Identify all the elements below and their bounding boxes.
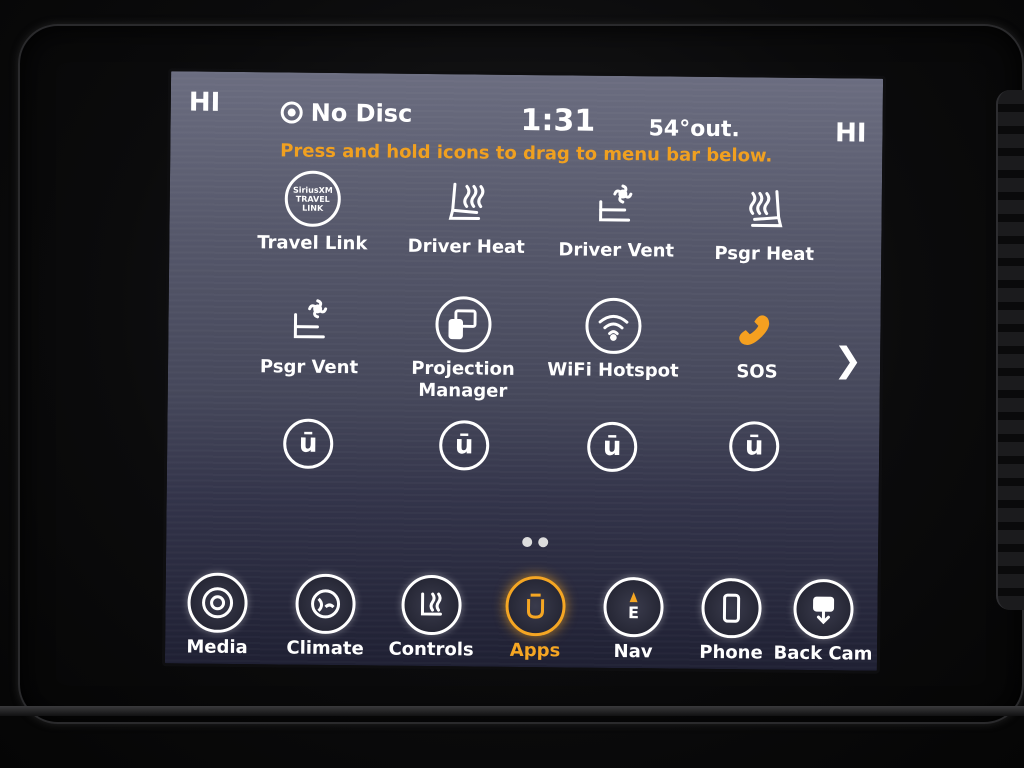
back-camera-icon — [793, 578, 854, 640]
page-dot — [522, 536, 533, 548]
app-label: Driver Vent — [558, 239, 675, 262]
heated-seat-icon — [438, 174, 495, 231]
menu-label: Nav — [613, 640, 653, 663]
page-dot — [538, 537, 549, 548]
empty-app-slot[interactable]: ū — [438, 420, 490, 471]
travel-link-icon-text: SiriusXM TRAVEL LINK — [292, 185, 333, 213]
menu-controls-button[interactable]: Controls — [381, 574, 482, 661]
dashboard-bezel: HI HI No Disc 1:31 54°out. Press and hol… — [0, 0, 1024, 768]
empty-app-slot[interactable]: ū — [282, 418, 334, 470]
app-label: Psgr Vent — [259, 356, 359, 379]
infotainment-screen: HI HI No Disc 1:31 54°out. Press and hol… — [161, 68, 887, 674]
app-label: Driver Heat — [407, 235, 525, 259]
app-label: Projection Manager — [411, 357, 515, 402]
app-driver-vent[interactable]: Driver Vent — [541, 177, 692, 263]
menu-label: Apps — [509, 639, 561, 662]
media-status: No Disc — [280, 98, 413, 128]
menu-label: Back Cam — [773, 642, 873, 665]
app-sos[interactable]: SOS — [682, 299, 833, 385]
menu-apps-button[interactable]: Apps — [485, 575, 586, 662]
menu-back-cam-button[interactable]: Back Cam — [773, 578, 874, 665]
app-label: Psgr Heat — [714, 242, 815, 266]
right-climate-level[interactable]: HI — [835, 118, 867, 148]
disc-icon — [280, 101, 303, 124]
media-source-label: No Disc — [310, 98, 413, 128]
wifi-icon — [585, 297, 642, 355]
menu-media-button[interactable]: Media — [167, 572, 268, 658]
nav-compass-icon: E — [603, 576, 664, 638]
left-climate-level[interactable]: HI — [189, 87, 221, 117]
phone-icon — [701, 577, 762, 639]
outside-temperature: 54°out. — [648, 116, 740, 143]
chevron-right-icon[interactable]: ❯ — [833, 340, 862, 380]
controls-icon — [401, 574, 462, 636]
app-projection-manager[interactable]: Projection Manager — [388, 296, 539, 404]
empty-app-slot[interactable]: ū — [728, 421, 780, 472]
menu-nav-button[interactable]: E Nav — [583, 576, 684, 663]
chrome-trim — [0, 706, 1024, 716]
app-wifi-hotspot[interactable]: WiFi Hotspot — [538, 297, 689, 383]
app-driver-heat[interactable]: Driver Heat — [391, 174, 542, 260]
media-icon — [187, 572, 248, 634]
travel-link-icon: SiriusXM TRAVEL LINK — [284, 170, 342, 228]
page-indicator — [522, 536, 549, 548]
clock: 1:31 — [520, 102, 596, 139]
ventilated-seat-icon — [281, 294, 338, 351]
projection-icon — [435, 296, 492, 353]
menu-label: Media — [186, 636, 248, 659]
app-label: WiFi Hotspot — [547, 359, 679, 382]
app-psgr-heat[interactable]: Psgr Heat — [689, 181, 840, 267]
menu-bar: Media Climate Controls Apps E Nav Phone … — [165, 553, 878, 670]
ventilated-seat-icon — [588, 178, 645, 235]
app-psgr-vent[interactable]: Psgr Vent — [234, 294, 385, 380]
menu-label: Phone — [699, 641, 763, 664]
drag-hint: Press and hold icons to drag to menu bar… — [280, 140, 773, 167]
menu-climate-button[interactable]: Climate — [275, 573, 376, 659]
app-label: SOS — [736, 361, 778, 383]
menu-label: Controls — [388, 638, 474, 661]
empty-app-slot[interactable]: ū — [586, 421, 638, 473]
air-vent — [996, 90, 1024, 610]
heated-seat-icon — [736, 181, 793, 238]
app-label: Travel Link — [257, 232, 368, 255]
svg-text:E: E — [628, 603, 639, 622]
menu-label: Climate — [286, 637, 364, 660]
apps-icon — [505, 575, 566, 637]
menu-phone-button[interactable]: Phone — [681, 577, 782, 664]
phone-sos-icon — [729, 299, 786, 356]
climate-icon — [295, 573, 356, 635]
app-travel-link[interactable]: SiriusXM TRAVEL LINK Travel Link — [237, 170, 388, 256]
